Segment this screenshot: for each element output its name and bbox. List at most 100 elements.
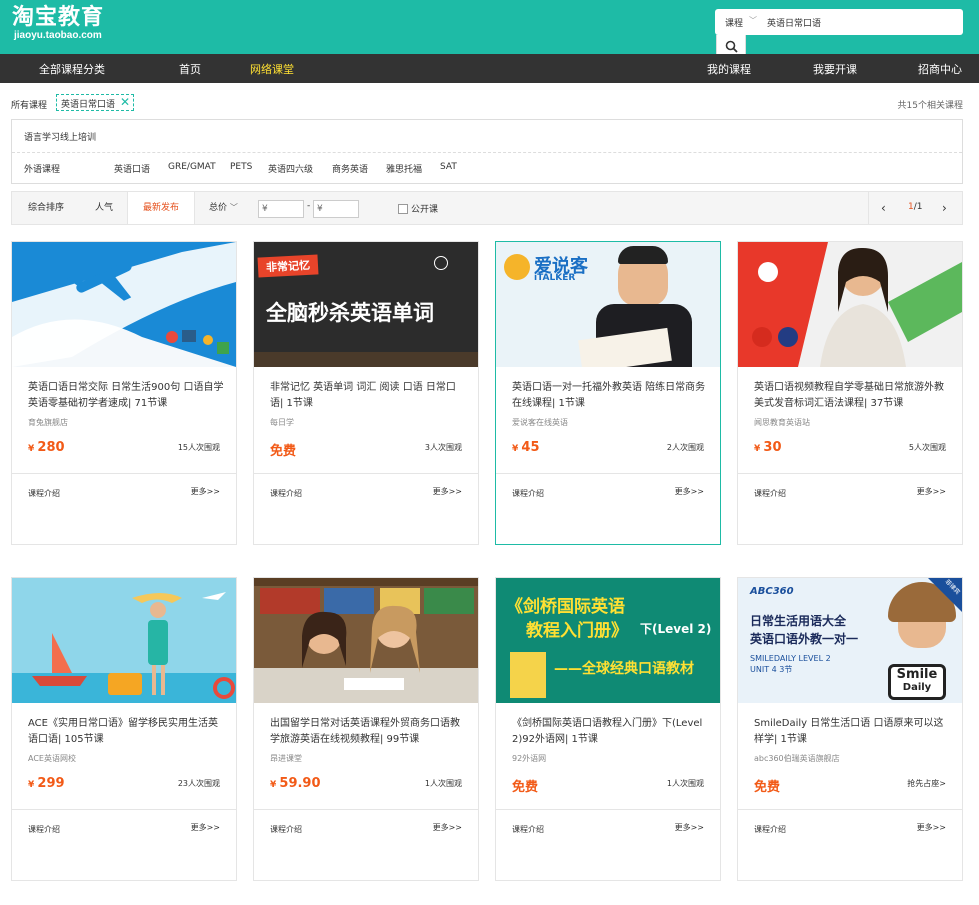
course-intro-link[interactable]: 课程介绍 <box>512 488 544 499</box>
course-card[interactable]: 爱说客 iTALKER 英语口语一对一托福外教英语 陪练日常商务 在线课程| 1… <box>495 241 721 545</box>
course-title[interactable]: 出国留学日常对话英语课程外贸商务口语教学旅游英语在线视频教程| 99节课 <box>270 716 466 748</box>
course-intro-link[interactable]: 课程介绍 <box>28 824 60 835</box>
sort-default[interactable]: 综合排序 <box>28 192 64 224</box>
category-level1[interactable]: 语言学习线上培训 <box>24 130 96 143</box>
sort-price[interactable]: 总价 ﹀ <box>209 192 238 224</box>
course-card[interactable]: 非常记忆 全脑秒杀英语单词 非常记忆 英语单词 词汇 阅读 口语 日常口语| 1… <box>253 241 479 545</box>
course-intro-link[interactable]: 课程介绍 <box>270 824 302 835</box>
thumb-line4: UNIT 4 3节 <box>750 665 793 674</box>
nav-my-courses[interactable]: 我的课程 <box>707 61 751 77</box>
nav-home[interactable]: 首页 <box>179 61 201 77</box>
chevron-down-icon[interactable]: ﹀ <box>749 15 757 26</box>
smile-daily-logo: Smile Daily <box>888 664 946 700</box>
filter-option[interactable]: 雅思托福 <box>386 162 422 175</box>
course-intro-link[interactable]: 课程介绍 <box>28 488 60 499</box>
lightbulb-icon <box>434 256 448 270</box>
shop-name[interactable]: ACE英语网校 <box>28 753 76 764</box>
nav-online-classroom[interactable]: 网络课堂 <box>250 61 294 77</box>
more-link[interactable]: 更多>> <box>675 486 704 497</box>
search-icon <box>725 40 738 53</box>
top-header: 淘宝教育 jiaoyu.taobao.com 课程 ﹀ <box>0 0 979 54</box>
more-link[interactable]: 更多>> <box>675 822 704 833</box>
course-title[interactable]: 非常记忆 英语单词 词汇 阅读 口语 日常口语| 1节课 <box>270 380 466 412</box>
course-title[interactable]: 《剑桥国际英语口语教程入门册》下(Level 2)92外语网| 1节课 <box>512 716 708 748</box>
course-thumbnail[interactable]: 《剑桥国际英语 教程入门册》 下(Level 2) ——全球经典口语教材 <box>496 578 720 703</box>
course-thumbnail[interactable]: ABC360 日常生活用语大全 英语口语外教一对一 SMILEDAILY LEV… <box>738 578 962 703</box>
price-min-input[interactable]: ¥ <box>258 200 304 218</box>
filter-tag: 英语日常口语 ✕ <box>56 94 135 111</box>
course-card[interactable]: 英语口语视频教程自学零基础日常旅游外教美式发音标词汇语法课程| 37节课 闻思教… <box>737 241 963 545</box>
shop-name[interactable]: 育兔旗舰店 <box>28 417 68 428</box>
public-course-checkbox[interactable] <box>398 204 408 214</box>
course-price: 免费 <box>754 780 781 795</box>
filter-option[interactable]: SAT <box>440 162 457 172</box>
divider <box>254 809 478 810</box>
course-intro-link[interactable]: 课程介绍 <box>270 488 302 499</box>
course-thumbnail[interactable] <box>738 242 962 367</box>
shop-name[interactable]: 每日学 <box>270 417 294 428</box>
shop-name[interactable]: 爱说客在线英语 <box>512 417 568 428</box>
filter-option[interactable]: GRE/GMAT <box>168 162 216 172</box>
course-price: ¥ 30 <box>754 440 782 455</box>
price-max-input[interactable]: ¥ <box>313 200 359 218</box>
nav-start-course[interactable]: 我要开课 <box>813 61 857 77</box>
course-intro-link[interactable]: 课程介绍 <box>512 824 544 835</box>
filter-option[interactable]: 商务英语 <box>332 162 368 175</box>
pager: ‹ 1/1 › <box>868 192 962 224</box>
more-link[interactable]: 更多>> <box>917 486 946 497</box>
course-title[interactable]: SmileDaily 日常生活口语 口语原来可以这样学| 1节课 <box>754 716 950 748</box>
chevron-right-icon[interactable]: › <box>942 201 947 215</box>
more-link[interactable]: 更多>> <box>191 822 220 833</box>
more-link[interactable]: 更多>> <box>433 486 462 497</box>
more-link[interactable]: 更多>> <box>191 486 220 497</box>
course-thumbnail[interactable] <box>12 242 236 367</box>
course-title[interactable]: 英语口语视频教程自学零基础日常旅游外教美式发音标词汇语法课程| 37节课 <box>754 380 950 412</box>
course-card[interactable]: 英语口语日常交际 日常生活900句 口语自学英语零基础初学者速成| 71节课 育… <box>11 241 237 545</box>
view-count: 23人次围观 <box>177 779 220 788</box>
search-type-select[interactable]: 课程 <box>725 16 743 29</box>
search-input[interactable] <box>767 13 957 31</box>
course-card[interactable]: ACE《实用日常口语》留学移民实用生活英语口语| 105节课 ACE英语网校 ¥… <box>11 577 237 881</box>
course-price: ¥ 280 <box>28 440 65 455</box>
nav-all-categories[interactable]: 全部课程分类 <box>39 61 105 77</box>
course-card[interactable]: ABC360 日常生活用语大全 英语口语外教一对一 SMILEDAILY LEV… <box>737 577 963 881</box>
filter-option[interactable]: 英语口语 <box>114 162 150 175</box>
course-thumbnail[interactable]: 非常记忆 全脑秒杀英语单词 <box>254 242 478 367</box>
shop-name[interactable]: 92外语网 <box>512 753 546 764</box>
chevron-left-icon[interactable]: ‹ <box>881 201 886 215</box>
nav-merchant-center[interactable]: 招商中心 <box>918 61 962 77</box>
course-intro-link[interactable]: 课程介绍 <box>754 824 786 835</box>
price-value: 280 <box>37 440 65 455</box>
filter-option[interactable]: 英语四六级 <box>268 162 313 175</box>
reserve-seat-link[interactable]: 抢先占座> <box>907 778 946 789</box>
close-icon[interactable]: ✕ <box>120 95 130 109</box>
filter-option[interactable]: PETS <box>230 162 252 172</box>
course-intro-link[interactable]: 课程介绍 <box>754 488 786 499</box>
shop-name[interactable]: 闻思教育英语站 <box>754 417 810 428</box>
divider <box>496 473 720 474</box>
shop-name[interactable]: abc360伯瑞英语旗舰店 <box>754 753 840 764</box>
taobao-edu-logo[interactable]: 淘宝教育 jiaoyu.taobao.com <box>12 5 104 41</box>
more-link[interactable]: 更多>> <box>433 822 462 833</box>
sort-newest[interactable]: 最新发布 <box>127 192 196 224</box>
airplane-travel-image <box>12 242 236 367</box>
course-card[interactable]: 出国留学日常对话英语课程外贸商务口语教学旅游英语在线视频教程| 99节课 昂进课… <box>253 577 479 881</box>
breadcrumb-all-courses[interactable]: 所有课程 <box>11 98 47 111</box>
public-course-label: 公开课 <box>411 205 439 215</box>
main-nav: 全部课程分类 首页 网络课堂 我的课程 我要开课 招商中心 <box>0 54 979 83</box>
shop-name[interactable]: 昂进课堂 <box>270 753 302 764</box>
sort-price-label: 总价 <box>209 203 228 213</box>
sort-popularity[interactable]: 人气 <box>95 192 113 224</box>
view-count: 1人次围观 <box>424 779 462 788</box>
course-title[interactable]: 英语口语日常交际 日常生活900句 口语自学英语零基础初学者速成| 71节课 <box>28 380 224 412</box>
course-thumbnail[interactable] <box>12 578 236 703</box>
more-link[interactable]: 更多>> <box>917 822 946 833</box>
yen-symbol: ¥ <box>270 780 280 790</box>
course-title[interactable]: 英语口语一对一托福外教英语 陪练日常商务 在线课程| 1节课 <box>512 380 708 412</box>
course-title[interactable]: ACE《实用日常口语》留学移民实用生活英语口语| 105节课 <box>28 716 224 748</box>
category-level2[interactable]: 外语课程 <box>24 162 60 175</box>
course-thumbnail[interactable]: 爱说客 iTALKER <box>496 242 720 367</box>
course-card[interactable]: 《剑桥国际英语 教程入门册》 下(Level 2) ——全球经典口语教材 《剑桥… <box>495 577 721 881</box>
course-thumbnail[interactable] <box>254 578 478 703</box>
course-price: ¥ 59.90 <box>270 776 321 791</box>
